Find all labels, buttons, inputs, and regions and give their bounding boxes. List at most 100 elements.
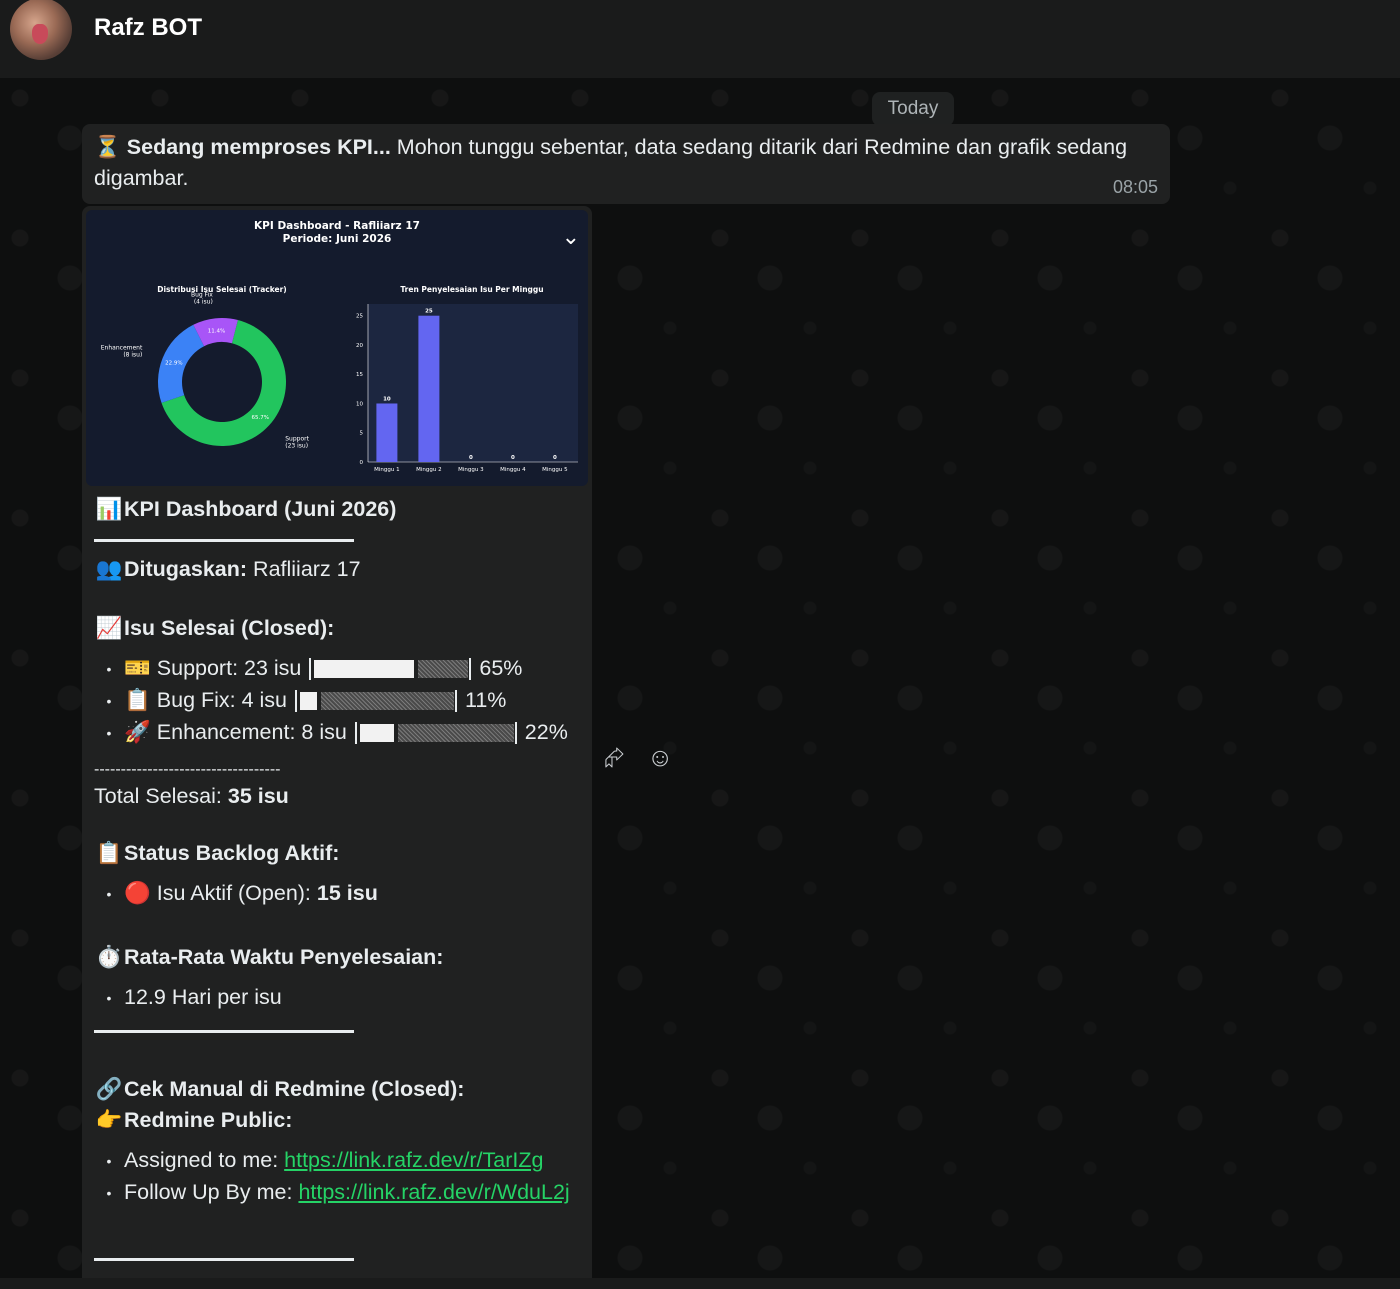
forward-icon[interactable]: ⮳: [604, 742, 625, 774]
avg-title: ⏱️Rata-Rata Waktu Penyelesaian:: [94, 942, 444, 972]
message-bold: Sedang memproses KPI...: [126, 135, 391, 159]
message-bubble[interactable]: ⏳ Sedang memproses KPI... Mohon tunggu s…: [82, 124, 1170, 204]
x-tick-label: Minggu 5: [542, 467, 568, 473]
chevron-down-icon[interactable]: ⌄: [562, 224, 580, 250]
bar: [418, 315, 440, 462]
enhancement-pct: 22%: [524, 720, 568, 744]
divider: [94, 1030, 354, 1033]
x-tick-label: Minggu 4: [500, 467, 526, 473]
pie-pct-label: 22.9%: [165, 360, 182, 366]
dash-divider: -----------------------------------: [94, 761, 281, 778]
chart-title: KPI Dashboard - Rafliiarz 17: [254, 220, 420, 232]
chart-image[interactable]: KPI Dashboard - Rafliiarz 17 Periode: Ju…: [86, 210, 588, 486]
bar-value-label: 10: [383, 396, 391, 402]
bullet: •: [106, 1153, 112, 1170]
total-label: Total Selesai:: [94, 784, 228, 808]
pie-label: (23 isu): [285, 442, 308, 449]
progress-bar: [295, 690, 457, 713]
avg-title-text: Rata-Rata Waktu Penyelesaian:: [124, 945, 444, 969]
stopwatch-icon: ⏱️: [95, 945, 123, 969]
list-item-bugfix: • 📋 Bug Fix: 4 isu 11%: [94, 685, 506, 716]
assigned-link[interactable]: https://link.rafz.dev/r/TarIZg: [284, 1148, 543, 1172]
open-line: • 🔴 Isu Aktif (Open): 15 isu: [94, 878, 378, 909]
y-tick-label: 0: [360, 460, 364, 466]
red-circle-icon: 🔴: [124, 881, 151, 905]
link-icon: 🔗: [95, 1077, 123, 1101]
avg-line: • 12.9 Hari per isu: [94, 982, 282, 1013]
rocket-icon: 🚀: [124, 720, 151, 744]
list-item-support: • 🎫 Support: 23 isu 65%: [94, 653, 522, 684]
message-actions: ⮳ ☺: [604, 742, 673, 774]
x-tick-label: Minggu 1: [374, 467, 399, 473]
bullet: •: [106, 990, 112, 1007]
chat-header: Rafz BOT: [0, 0, 1400, 78]
manual-title-text: Cek Manual di Redmine (Closed):: [124, 1077, 465, 1101]
kpi-message-bubble[interactable]: KPI Dashboard - Rafliiarz 17 Periode: Ju…: [82, 206, 592, 1289]
followup-link-label: Follow Up By me:: [124, 1180, 299, 1204]
composer-bar: [0, 1278, 1400, 1289]
backlog-title: 📋Status Backlog Aktif:: [94, 838, 340, 868]
closed-title: 📈Isu Selesai (Closed):: [94, 613, 335, 643]
assigned-value: Rafliiarz 17: [247, 557, 361, 581]
bullet: •: [106, 886, 112, 903]
avatar[interactable]: [10, 0, 72, 60]
chart-subtitle: Periode: Juni 2026: [283, 233, 392, 245]
open-label: Isu Aktif (Open):: [156, 881, 317, 905]
progress-bar: [309, 658, 472, 681]
clipboard-icon: 📋: [95, 841, 123, 865]
enhancement-label: Enhancement: 8 isu: [156, 720, 347, 744]
bullet: •: [106, 661, 112, 678]
emoji-icon[interactable]: ☺: [647, 742, 674, 774]
kpi-title-text: KPI Dashboard (Juni 2026): [124, 497, 397, 521]
progress-bar: [354, 722, 517, 745]
manual-title: 🔗Cek Manual di Redmine (Closed):: [94, 1074, 465, 1104]
pie-label: Bug Fix: [191, 291, 213, 298]
divider: [94, 539, 354, 542]
bar: [376, 403, 398, 462]
bullet: •: [106, 1185, 112, 1202]
x-tick-label: Minggu 3: [458, 467, 484, 473]
assigned-link-line: • Assigned to me: https://link.rafz.dev/r…: [94, 1145, 544, 1176]
hourglass-icon: ⏳: [94, 135, 121, 159]
message-time: 08:05: [1112, 177, 1158, 197]
donut-chart: Distribusi Isu Selesai (Tracker) 65.7% Sup…: [101, 285, 310, 449]
public-title: 👉Redmine Public:: [94, 1105, 293, 1135]
list-item-enhancement: • 🚀 Enhancement: 8 isu 22%: [94, 717, 568, 748]
public-title-text: Redmine Public:: [124, 1108, 293, 1132]
bugfix-pct: 11%: [464, 688, 507, 712]
divider: [94, 1258, 354, 1261]
progress-fill: [314, 660, 415, 679]
clipboard-icon: 📋: [124, 688, 151, 712]
followup-link[interactable]: https://link.rafz.dev/r/WduL2j: [298, 1180, 569, 1204]
pie-label: Enhancement: [101, 345, 143, 352]
progress-rest: [418, 660, 469, 679]
assigned-label: Ditugaskan:: [124, 557, 248, 581]
pie-label: (8 isu): [123, 352, 142, 359]
y-tick-label: 25: [356, 314, 363, 320]
bar-chart: Tren Penyelesaian Isu Per Minggu 0 5 10 15 20…: [356, 285, 578, 473]
bar-title: Tren Penyelesaian Isu Per Minggu: [400, 285, 543, 294]
pie-label: (4 isu): [194, 298, 213, 305]
bugfix-label: Bug Fix: 4 isu: [156, 688, 288, 712]
assigned-link-label: Assigned to me:: [124, 1148, 285, 1172]
open-value: 15 isu: [316, 881, 378, 905]
ticket-icon: 🎫: [124, 656, 151, 680]
pie-label: Support: [285, 435, 309, 442]
y-tick-label: 10: [356, 401, 363, 407]
progress-fill: [359, 724, 394, 743]
y-tick-label: 5: [360, 431, 364, 437]
total-line: Total Selesai: 35 isu: [94, 781, 289, 811]
pie-pct-label: 65.7%: [251, 415, 268, 421]
progress-rest: [397, 724, 514, 743]
closed-title-text: Isu Selesai (Closed):: [124, 616, 335, 640]
contact-name[interactable]: Rafz BOT: [94, 14, 202, 42]
followup-link-line: • Follow Up By me: https://link.rafz.dev/…: [94, 1177, 570, 1208]
x-tick-label: Minggu 2: [416, 467, 441, 473]
y-tick-label: 20: [356, 343, 363, 349]
chart-up-icon: 📈: [95, 616, 123, 640]
backlog-title-text: Status Backlog Aktif:: [124, 841, 340, 865]
chart-svg: KPI Dashboard - Rafliiarz 17 Periode: Ju…: [101, 220, 578, 473]
pointing-right-icon: 👉: [95, 1108, 123, 1132]
bar-value-label: 0: [553, 455, 557, 461]
y-tick-label: 15: [356, 372, 363, 378]
